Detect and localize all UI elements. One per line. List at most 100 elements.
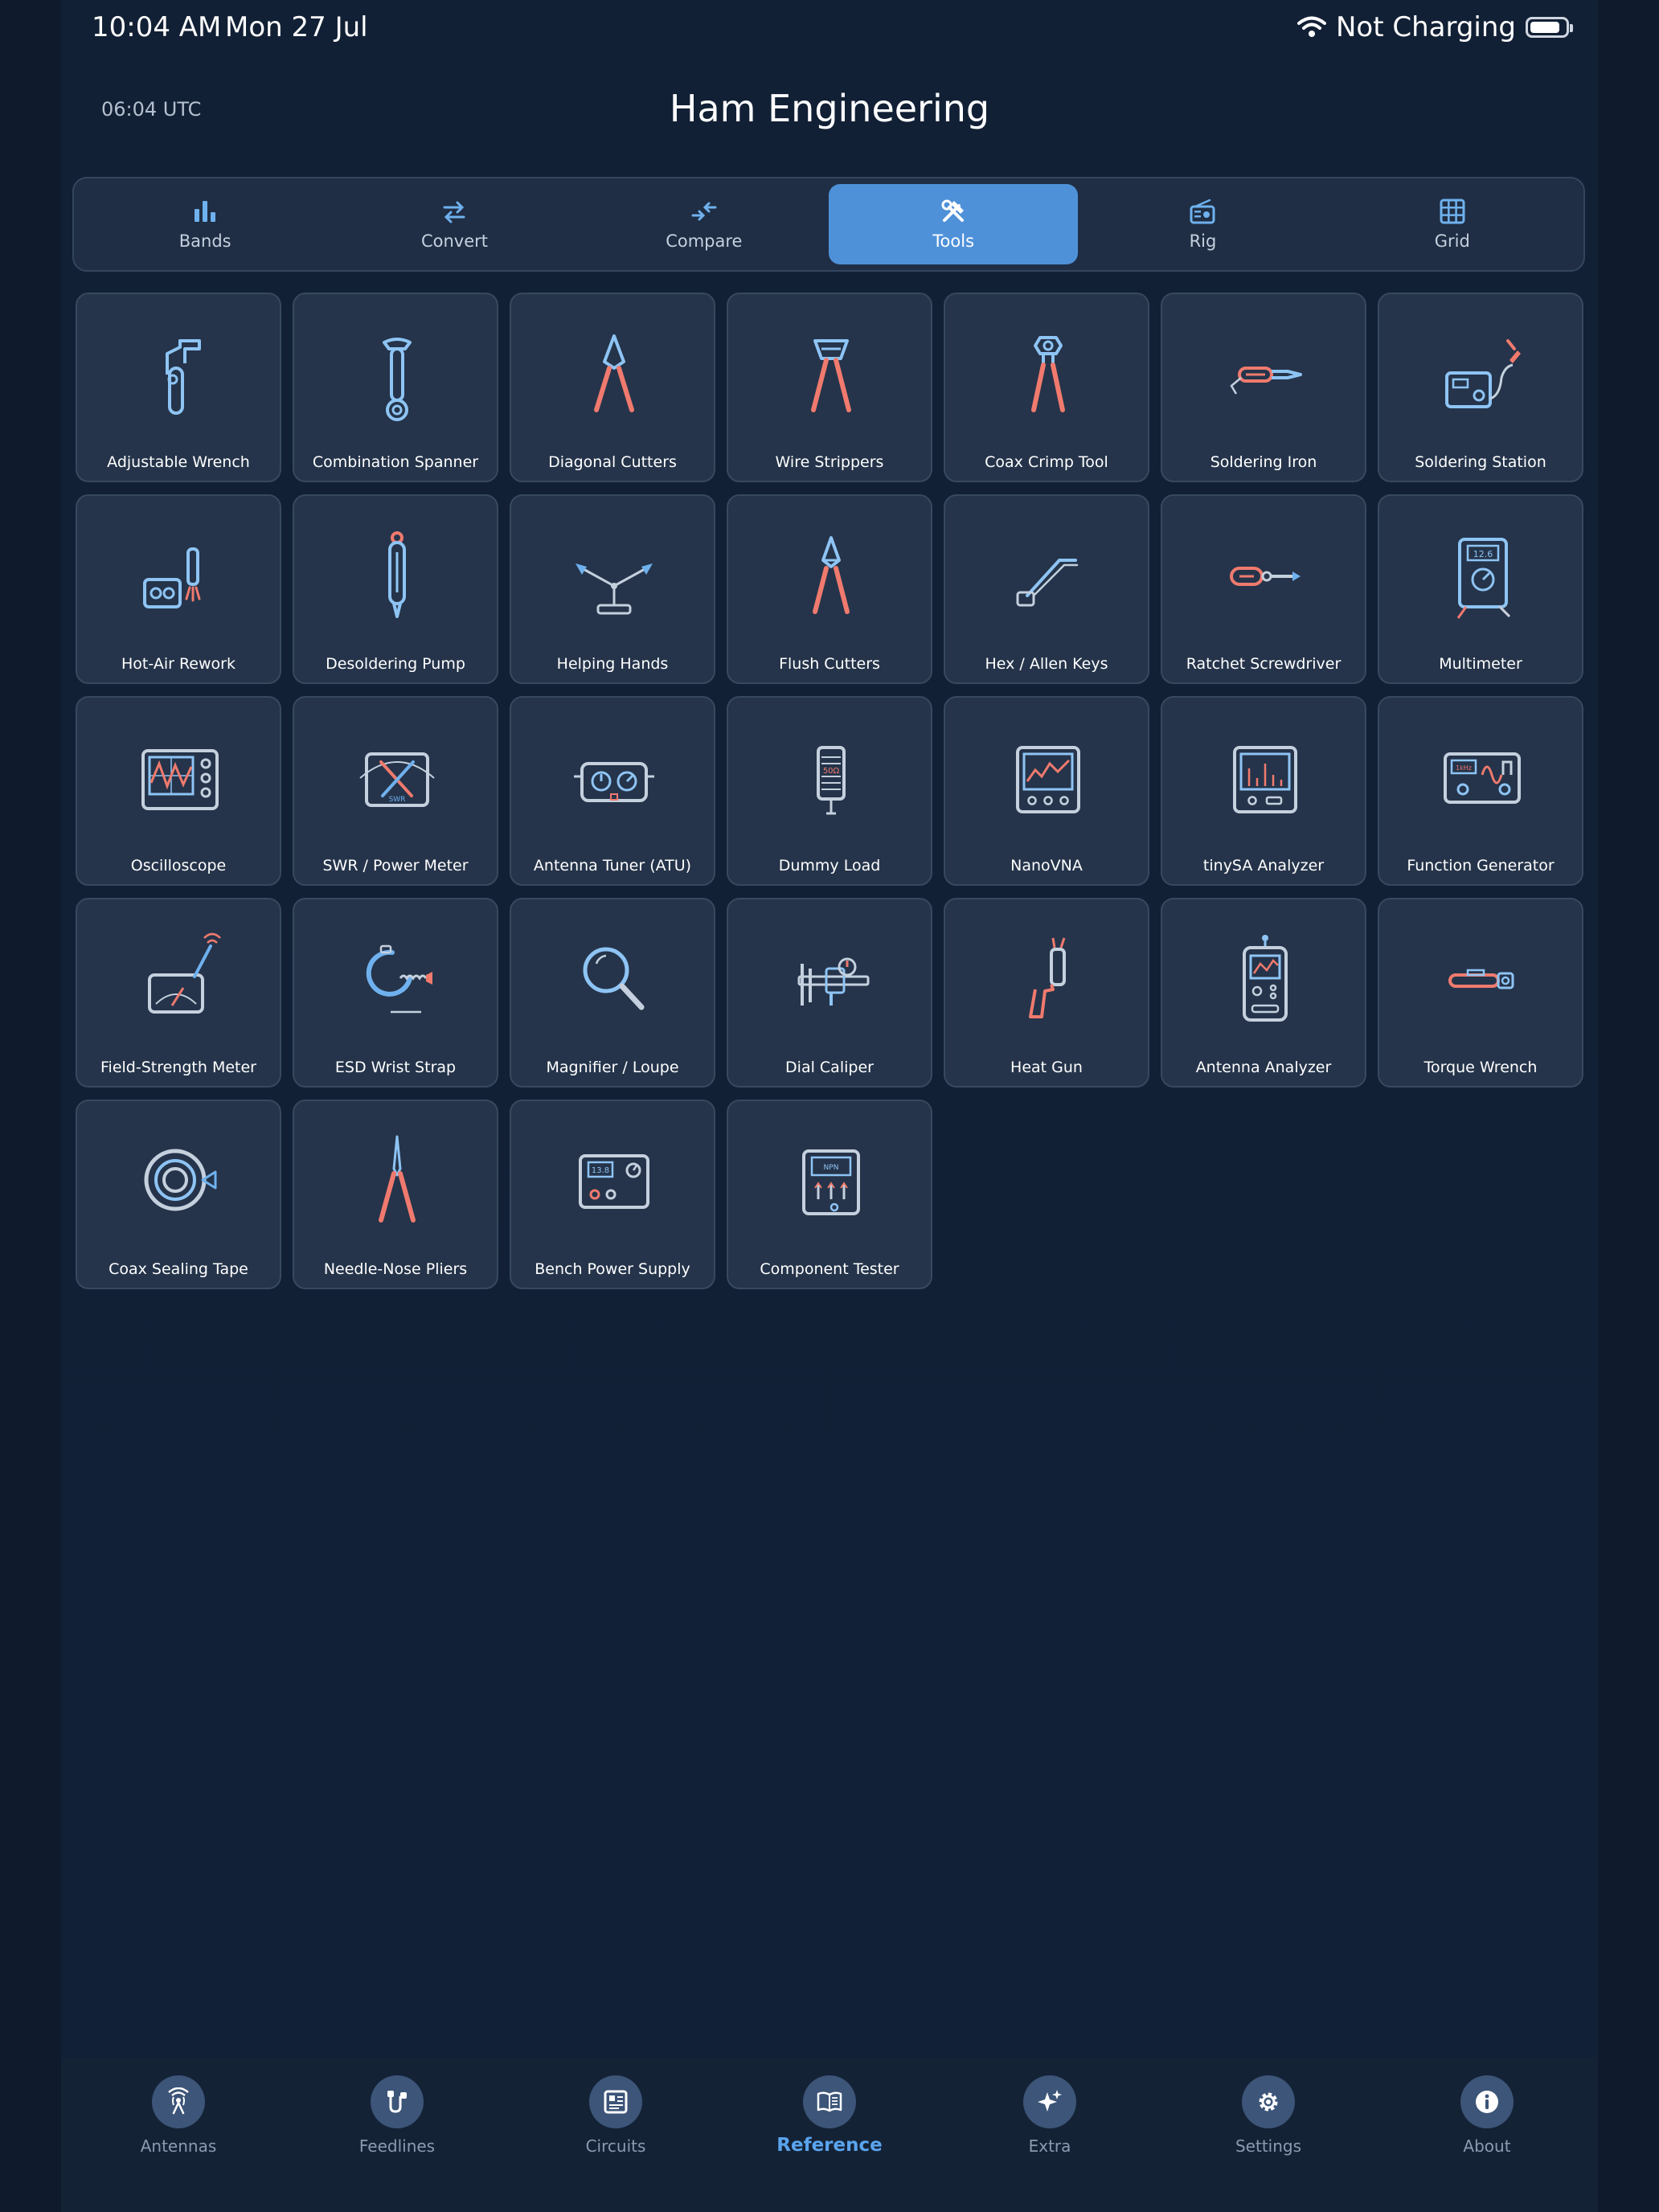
info-icon	[1476, 2091, 1498, 2113]
tab-about[interactable]: About	[1415, 2075, 1559, 2156]
tab-compare[interactable]: Compare	[580, 184, 829, 264]
tool-label: SWR / Power Meter	[322, 857, 469, 875]
tool-label: Antenna Tuner (ATU)	[533, 857, 692, 875]
antenna-icon	[168, 2087, 189, 2115]
tab-tools[interactable]: Tools	[828, 184, 1079, 264]
page-title: Ham Engineering	[669, 87, 990, 130]
tool-tile-coax-crimp-tool[interactable]: Coax Crimp Tool	[944, 293, 1149, 482]
wifi-icon	[1296, 16, 1326, 37]
tab-extra[interactable]: Extra	[977, 2075, 1122, 2156]
status-bar: 10:04 AM Mon 27 Jul Not Charging	[61, 0, 1598, 64]
tool-tile-helping-hands[interactable]: Helping Hands	[510, 494, 715, 684]
tab-antennas[interactable]: Antennas	[106, 2075, 251, 2156]
tool-tile-hot-air-rework[interactable]: Hot-Air Rework	[76, 494, 281, 684]
tab-feedlines[interactable]: Feedlines	[325, 2075, 469, 2156]
tool-tile-field-strength-meter[interactable]: Field-Strength Meter	[76, 898, 281, 1088]
tool-label: Heat Gun	[1010, 1059, 1083, 1076]
tool-tile-hex-allen-keys[interactable]: Hex / Allen Keys	[944, 494, 1149, 684]
tool-tile-swr-power-meter[interactable]: SWR SWR / Power Meter	[293, 696, 498, 886]
tool-label: Hot-Air Rework	[121, 655, 236, 673]
caliper-icon	[797, 957, 870, 1006]
tool-label: Coax Crimp Tool	[985, 453, 1108, 471]
tool-tile-tinysa-analyzer[interactable]: tinySA Analyzer	[1161, 696, 1366, 886]
tool-tile-bench-power-supply[interactable]: 13.8 Bench Power Supply	[510, 1100, 715, 1289]
tab-convert[interactable]: Convert	[330, 184, 579, 264]
heat-gun-icon	[1029, 937, 1066, 1018]
tab-extra-label: Extra	[1028, 2136, 1071, 2156]
screwdriver-icon	[1230, 567, 1301, 586]
tab-grid[interactable]: Grid	[1328, 184, 1577, 264]
tool-label: Needle-Nose Pliers	[323, 1260, 468, 1278]
antenna-tuner-icon	[574, 762, 654, 802]
compare-arrows-icon	[691, 202, 717, 221]
spectrum-analyzer-icon	[1233, 746, 1297, 813]
tool-tile-function-generator[interactable]: 1kHz Function Generator	[1378, 696, 1583, 886]
tab-rig-label: Rig	[1189, 231, 1217, 251]
tool-label: Helping Hands	[556, 655, 669, 673]
torque-wrench-icon	[1448, 969, 1514, 989]
sparkles-icon	[1038, 2090, 1062, 2112]
tool-label: NanoVNA	[1010, 857, 1083, 875]
tool-tile-torque-wrench[interactable]: Torque Wrench	[1378, 898, 1583, 1088]
tool-tile-wire-strippers[interactable]: Wire Strippers	[727, 293, 932, 482]
radio-icon	[1190, 199, 1215, 224]
pliers-icon	[379, 1135, 416, 1223]
diagonal-cutters-icon	[594, 334, 634, 412]
battery-icon	[1526, 17, 1573, 38]
tool-tile-diagonal-cutters[interactable]: Diagonal Cutters	[510, 293, 715, 482]
function-generator-icon: 1kHz	[1444, 752, 1521, 804]
tool-label: Wire Strippers	[775, 453, 884, 471]
tab-circuits-label: Circuits	[585, 2136, 646, 2156]
tool-label: Bench Power Supply	[535, 1260, 690, 1278]
esd-strap-icon	[366, 944, 432, 1014]
tool-label: ESD Wrist Strap	[334, 1059, 457, 1076]
oscilloscope-icon	[141, 749, 219, 810]
tool-label: Dummy Load	[778, 857, 881, 875]
tab-antennas-label: Antennas	[140, 2136, 217, 2156]
tool-tile-adjustable-wrench[interactable]: Adjustable Wrench	[76, 293, 281, 482]
tool-label: Desoldering Pump	[326, 655, 465, 673]
tool-tile-antenna-tuner[interactable]: Antenna Tuner (ATU)	[510, 696, 715, 886]
tab-convert-label: Convert	[420, 231, 489, 251]
tool-label: Magnifier / Loupe	[546, 1059, 679, 1076]
tool-tile-dummy-load[interactable]: 50Ω Dummy Load	[727, 696, 932, 886]
tool-tile-esd-wrist-strap[interactable]: ESD Wrist Strap	[293, 898, 498, 1088]
tab-rig[interactable]: Rig	[1078, 184, 1327, 264]
tab-settings-label: Settings	[1235, 2136, 1302, 2156]
tool-tile-nanovna[interactable]: NanoVNA	[944, 696, 1149, 886]
tool-tile-antenna-analyzer[interactable]: Antenna Analyzer	[1161, 898, 1366, 1088]
tool-tile-soldering-iron[interactable]: Soldering Iron	[1161, 293, 1366, 482]
antenna-analyzer-icon	[1243, 935, 1288, 1022]
swap-arrows-icon	[443, 201, 465, 223]
tool-tile-combination-spanner[interactable]: Combination Spanner	[293, 293, 498, 482]
tool-tile-magnifier-loupe[interactable]: Magnifier / Loupe	[510, 898, 715, 1088]
tool-tile-component-tester[interactable]: NPN Component Tester	[727, 1100, 932, 1289]
app-window: 10:04 AM Mon 27 Jul Not Charging 06:04 U…	[61, 0, 1598, 2212]
dummy-load-rating: 50Ω	[823, 767, 840, 776]
multimeter-icon: 12.6	[1456, 538, 1511, 619]
tab-compare-label: Compare	[666, 231, 743, 251]
tab-icon-circle	[1242, 2075, 1295, 2128]
soldering-station-icon	[1445, 339, 1521, 408]
tab-settings[interactable]: Settings	[1196, 2075, 1341, 2156]
tool-tile-coax-sealing-tape[interactable]: Coax Sealing Tape	[76, 1100, 281, 1289]
tab-reference-label: Reference	[776, 2135, 883, 2156]
tool-tile-ratchet-screwdriver[interactable]: Ratchet Screwdriver	[1161, 494, 1366, 684]
field-strength-meter-icon	[148, 932, 221, 1014]
tool-label: Dial Caliper	[785, 1059, 874, 1076]
tab-bands[interactable]: Bands	[80, 184, 330, 264]
spanner-icon	[383, 338, 412, 421]
tool-label: Soldering Station	[1415, 453, 1546, 471]
tool-tile-flush-cutters[interactable]: Flush Cutters	[727, 494, 932, 684]
tab-circuits[interactable]: Circuits	[543, 2075, 688, 2156]
tool-tile-heat-gun[interactable]: Heat Gun	[944, 898, 1149, 1088]
tool-tile-needle-nose-pliers[interactable]: Needle-Nose Pliers	[293, 1100, 498, 1289]
tool-tile-multimeter[interactable]: 12.6 Multimeter	[1378, 494, 1583, 684]
crimp-tool-icon	[1031, 336, 1065, 412]
tool-tile-dial-caliper[interactable]: Dial Caliper	[727, 898, 932, 1088]
dummy-load-icon: 50Ω	[817, 746, 846, 815]
tool-tile-oscilloscope[interactable]: Oscilloscope	[76, 696, 281, 886]
tab-reference[interactable]: Reference	[757, 2075, 902, 2156]
tool-tile-desoldering-pump[interactable]: Desoldering Pump	[293, 494, 498, 684]
tool-tile-soldering-station[interactable]: Soldering Station	[1378, 293, 1583, 482]
